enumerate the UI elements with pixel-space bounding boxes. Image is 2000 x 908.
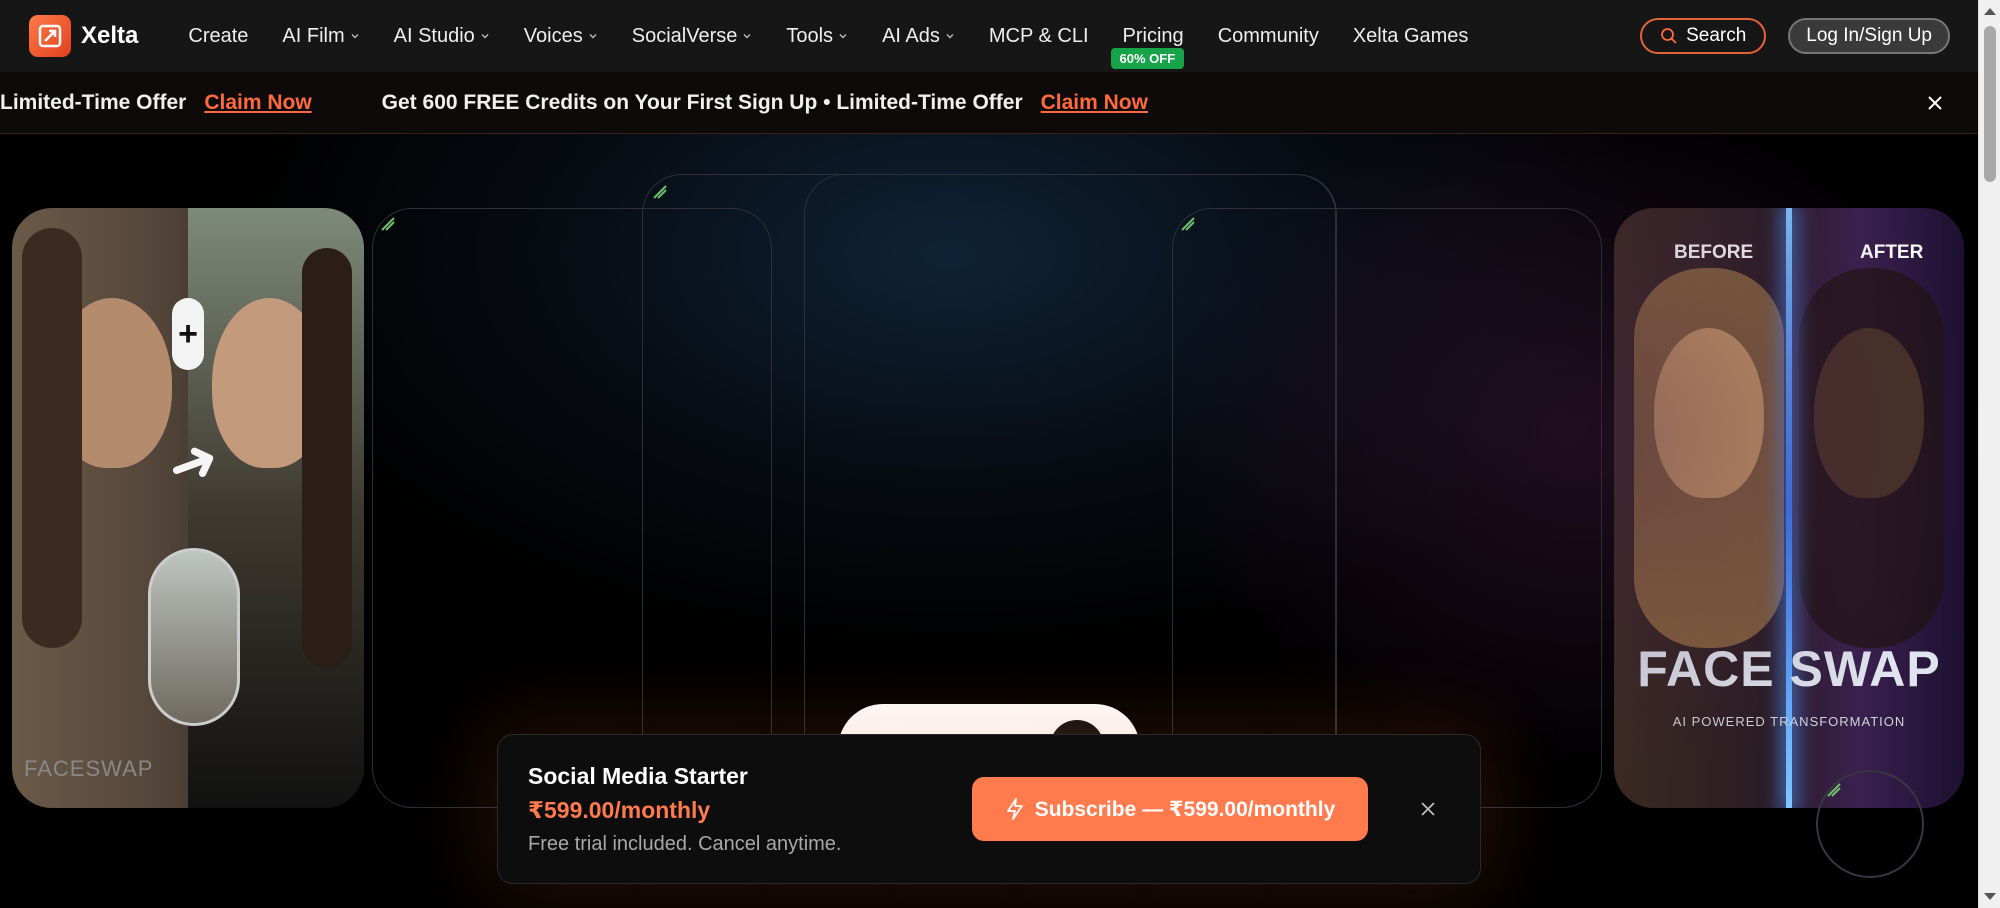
chat-bubble-ring[interactable] xyxy=(1816,770,1924,878)
nav-ai-ads[interactable]: AI Ads xyxy=(882,0,955,72)
nav-community[interactable]: Community xyxy=(1218,0,1319,72)
banner-close-button[interactable] xyxy=(1920,88,1950,118)
lightning-icon xyxy=(1006,798,1023,820)
chevron-down-icon xyxy=(589,34,597,39)
close-icon xyxy=(1421,802,1435,816)
subscribe-button[interactable]: Subscribe — ₹599.00/monthly xyxy=(972,777,1368,841)
scroll-down-arrow-icon[interactable] xyxy=(1984,893,1996,900)
plus-icon: + xyxy=(172,298,204,370)
top-navbar: Xelta Create AI Film AI Studio Voices So… xyxy=(0,0,1978,72)
popup-close-button[interactable] xyxy=(1414,795,1442,823)
trial-note: Free trial included. Cancel anytime. xyxy=(528,833,842,855)
hair-shape xyxy=(22,228,82,648)
faceswap-caption: FACESWAP xyxy=(24,756,154,781)
hair-shape xyxy=(1799,268,1944,648)
plan-price: ₹599.00/monthly xyxy=(528,797,711,823)
nav-label: MCP & CLI xyxy=(988,24,1089,47)
plan-name: Social Media Starter xyxy=(528,763,748,789)
promo-banner: Limited-Time Offer Claim Now Get 600 FRE… xyxy=(0,72,1978,134)
divider-beam xyxy=(1786,208,1792,808)
search-button[interactable]: Search xyxy=(1640,18,1767,54)
search-label: Search xyxy=(1686,25,1747,46)
promo-text: Limited-Time Offer xyxy=(0,90,187,114)
chevron-down-icon xyxy=(839,34,847,39)
after-label: AFTER xyxy=(1860,242,1924,263)
close-icon xyxy=(1928,96,1942,110)
nav-socialverse[interactable]: SocialVerse xyxy=(632,0,753,72)
nav-label: Tools xyxy=(786,24,834,47)
faceswap-card-left[interactable]: + ➜ FACESWAP xyxy=(12,208,364,808)
nav-label: AI Studio xyxy=(393,24,475,47)
nav-tools[interactable]: Tools xyxy=(786,0,848,72)
nav-create[interactable]: Create xyxy=(188,0,248,72)
hair-shape xyxy=(1634,268,1784,648)
face-image xyxy=(1814,328,1924,498)
nav-label: SocialVerse xyxy=(631,24,738,47)
promo-segment: Get 600 FREE Credits on Your First Sign … xyxy=(382,91,1218,115)
nav-actions: Search Log In/Sign Up xyxy=(1640,18,1950,54)
logo-icon xyxy=(29,15,71,57)
nav-label: Xelta Games xyxy=(1352,24,1469,47)
chevron-down-icon xyxy=(481,34,489,39)
nav-label: Pricing xyxy=(1122,24,1184,47)
brand-name: Xelta xyxy=(81,22,139,49)
nav-ai-studio[interactable]: AI Studio xyxy=(394,0,490,72)
nav-label: AI Ads xyxy=(882,24,940,47)
claim-now-link[interactable]: Claim Now xyxy=(1041,91,1148,115)
nav-pricing[interactable]: Pricing 60% OFF xyxy=(1110,0,1185,72)
page-scrollbar[interactable] xyxy=(1978,0,2000,908)
main-menu: Create AI Film AI Studio Voices SocialVe… xyxy=(188,0,1502,72)
broken-image-icon xyxy=(381,217,395,231)
scroll-thumb[interactable] xyxy=(1984,26,1996,182)
search-icon xyxy=(1661,28,1677,44)
source-face-bubble xyxy=(148,548,240,726)
promo-segment: Limited-Time Offer Claim Now xyxy=(0,91,382,115)
brand-logo[interactable]: Xelta xyxy=(29,15,138,57)
nav-label: Create xyxy=(188,24,249,47)
claim-now-link[interactable]: Claim Now xyxy=(204,91,311,115)
nav-xelta-games[interactable]: Xelta Games xyxy=(1353,0,1469,72)
promo-text: Get 600 FREE Credits on Your First Sign … xyxy=(381,90,1023,114)
broken-image-icon xyxy=(653,185,667,199)
faceswap-subtitle: AI POWERED TRANSFORMATION xyxy=(1672,714,1906,729)
before-label: BEFORE xyxy=(1674,242,1754,263)
face-image xyxy=(1654,328,1764,498)
nav-label: Community xyxy=(1217,24,1319,47)
nav-voices[interactable]: Voices xyxy=(524,0,598,72)
nav-ai-film[interactable]: AI Film xyxy=(282,0,359,72)
carousel-frame xyxy=(1172,208,1602,808)
nav-label: Voices xyxy=(523,24,583,47)
chevron-down-icon xyxy=(946,34,954,39)
broken-image-icon xyxy=(1181,217,1195,231)
chevron-down-icon xyxy=(743,34,751,39)
subscribe-label: Subscribe — ₹599.00/monthly xyxy=(1034,797,1336,821)
faceswap-card-right[interactable]: BEFORE AFTER FACE SWAP AI POWERED TRANSF… xyxy=(1614,208,1964,808)
login-signup-button[interactable]: Log In/Sign Up xyxy=(1788,18,1950,54)
discount-badge: 60% OFF xyxy=(1110,48,1185,69)
subscription-popup: Social Media Starter ₹599.00/monthly Fre… xyxy=(497,734,1481,884)
hair-shape xyxy=(302,248,352,668)
faceswap-title: FACE SWAP xyxy=(1637,641,1941,697)
chevron-down-icon xyxy=(351,34,359,39)
nav-mcp-cli[interactable]: MCP & CLI xyxy=(989,0,1089,72)
scroll-up-arrow-icon[interactable] xyxy=(1984,8,1996,15)
nav-label: AI Film xyxy=(282,24,345,47)
